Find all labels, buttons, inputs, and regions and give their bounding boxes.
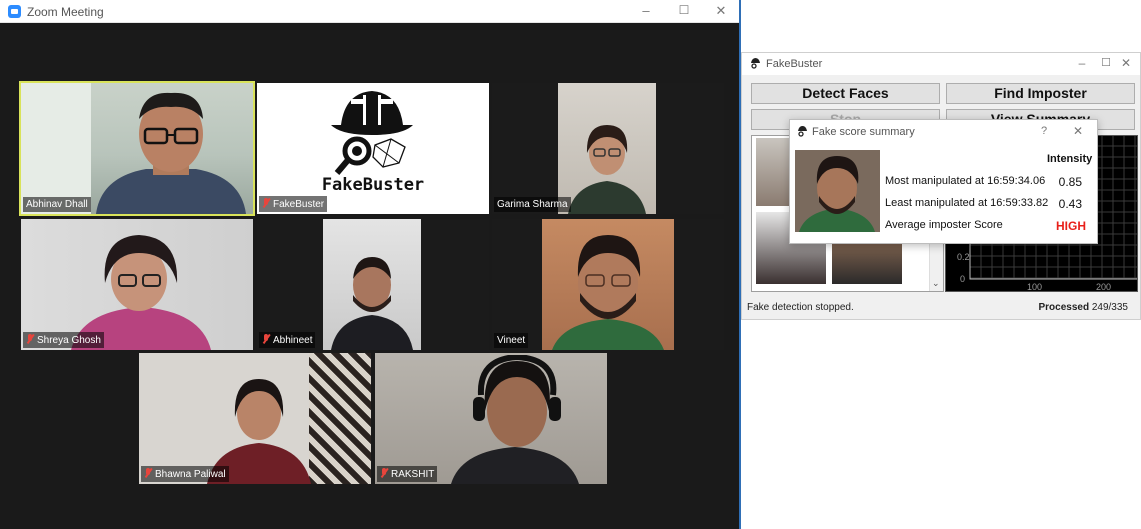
participant-video bbox=[568, 125, 646, 214]
y-tick-label: 0 bbox=[960, 274, 965, 284]
spy-icon bbox=[798, 126, 807, 137]
fakebuster-title-bar: FakeBuster – ☐ ✕ bbox=[742, 53, 1140, 75]
participant-video bbox=[71, 235, 211, 350]
average-imposter-value: HIGH bbox=[1056, 219, 1086, 233]
zoom-window-title: Zoom Meeting bbox=[27, 5, 104, 19]
logo-text: FakeBuster bbox=[321, 175, 425, 195]
minimize-icon[interactable]: – bbox=[1072, 56, 1092, 70]
participant-name: FakeBuster bbox=[259, 196, 328, 212]
processed-count: Processed 249/335 bbox=[1038, 302, 1128, 313]
participant-video bbox=[451, 355, 579, 484]
video-tile-bhawna[interactable]: Bhawna Paliwal bbox=[139, 353, 371, 484]
video-gallery: Abhinav Dhall FakeBuster FakeBuster Gari… bbox=[4, 23, 741, 529]
participant-name: Garima Sharma bbox=[494, 197, 571, 212]
help-icon[interactable]: ? bbox=[1034, 125, 1054, 137]
video-tile-fakebuster[interactable]: FakeBuster FakeBuster bbox=[257, 83, 489, 214]
participant-video bbox=[96, 92, 246, 214]
mic-muted-icon bbox=[380, 468, 388, 478]
maximize-icon[interactable]: ☐ bbox=[674, 3, 694, 17]
participant-video bbox=[331, 257, 413, 350]
dialog-title-bar: Fake score summary ? ✕ bbox=[790, 120, 1097, 142]
maximize-icon[interactable]: ☐ bbox=[1096, 56, 1116, 69]
spy-icon bbox=[751, 58, 760, 69]
minimize-icon[interactable]: – bbox=[636, 3, 656, 18]
fake-score-summary-dialog: Fake score summary ? ✕ Intensity Most ma… bbox=[789, 119, 1098, 244]
participant-name: Vineet bbox=[494, 333, 529, 348]
participant-name: Shreya Ghosh bbox=[23, 332, 104, 348]
least-manipulated-label: Least manipulated at 16:59:33.82 bbox=[885, 197, 1049, 209]
dialog-title: Fake score summary bbox=[812, 126, 915, 138]
fakebuster-logo bbox=[331, 91, 413, 175]
window-light bbox=[21, 83, 91, 214]
x-tick-label: 200 bbox=[1096, 282, 1111, 292]
least-manipulated-value: 0.43 bbox=[1058, 197, 1082, 211]
status-message: Fake detection stopped. bbox=[747, 302, 854, 313]
mic-muted-icon bbox=[144, 468, 152, 478]
intensity-header: Intensity bbox=[1047, 153, 1093, 165]
mic-muted-icon bbox=[262, 334, 270, 344]
detect-faces-button[interactable]: Detect Faces bbox=[751, 83, 940, 104]
mic-muted-icon bbox=[26, 334, 34, 344]
most-manipulated-value: 0.85 bbox=[1058, 175, 1082, 189]
fakebuster-window-title: FakeBuster bbox=[766, 58, 823, 70]
participant-name: Bhawna Paliwal bbox=[141, 466, 229, 482]
video-tile-vineet[interactable]: Vineet bbox=[492, 219, 724, 350]
find-imposter-button[interactable]: Find Imposter bbox=[946, 83, 1135, 104]
imposter-face-image bbox=[795, 150, 880, 232]
participant-name: RAKSHIT bbox=[377, 466, 438, 482]
video-tile-abhineet[interactable]: Abhineet bbox=[257, 219, 489, 350]
close-icon[interactable]: ✕ bbox=[711, 3, 731, 19]
video-tile-rakshit[interactable]: RAKSHIT bbox=[375, 353, 607, 484]
x-tick-label: 100 bbox=[1027, 282, 1042, 292]
average-imposter-label: Average imposter Score bbox=[885, 219, 1003, 231]
video-tile-shreya[interactable]: Shreya Ghosh bbox=[21, 219, 253, 350]
close-icon[interactable]: ✕ bbox=[1068, 124, 1088, 138]
close-icon[interactable]: ✕ bbox=[1116, 56, 1136, 70]
zoom-window: Zoom Meeting – ☐ ✕ Abhinav Dhall FakeBus… bbox=[0, 0, 741, 529]
participant-name: Abhineet bbox=[259, 332, 316, 348]
mic-muted-icon bbox=[262, 198, 270, 208]
participant-name: Abhinav Dhall bbox=[23, 197, 91, 212]
zoom-title-bar: Zoom Meeting – ☐ ✕ bbox=[0, 0, 741, 23]
scroll-down-icon[interactable]: ⌄ bbox=[932, 278, 940, 289]
video-tile-abhinav[interactable]: Abhinav Dhall bbox=[19, 81, 255, 216]
participant-video bbox=[552, 235, 664, 350]
video-tile-garima[interactable]: Garima Sharma bbox=[492, 83, 724, 214]
most-manipulated-label: Most manipulated at 16:59:34.06 bbox=[885, 175, 1046, 187]
y-tick-label: 0.2 bbox=[957, 252, 970, 262]
zoom-app-icon bbox=[8, 5, 21, 18]
